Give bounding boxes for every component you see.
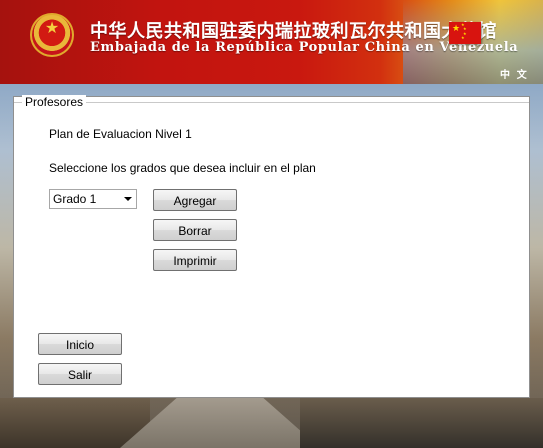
salir-button[interactable]: Salir — [38, 363, 122, 385]
national-emblem-icon: ★ — [30, 13, 74, 57]
inicio-button[interactable]: Inicio — [38, 333, 122, 355]
groupbox-title: Profesores — [22, 95, 87, 109]
chevron-down-icon[interactable] — [124, 197, 132, 201]
great-wall-left — [0, 398, 150, 448]
header-banner: ★ 中华人民共和国驻委内瑞拉玻利瓦尔共和国大使馆 Embajada de la … — [0, 0, 543, 84]
groupbox-border — [14, 102, 529, 103]
agregar-button[interactable]: Agregar — [153, 189, 237, 211]
china-flag-icon: ★ ★ ★ ★ ★ — [449, 22, 481, 44]
plan-title: Plan de Evaluacion Nivel 1 — [49, 127, 192, 141]
profesores-panel: Profesores Plan de Evaluacion Nivel 1 Se… — [13, 95, 530, 398]
grade-select[interactable]: Grado 1 — [49, 189, 137, 209]
grade-select-value: Grado 1 — [53, 192, 97, 206]
emblem-star-icon: ★ — [44, 20, 60, 37]
chinese-language-link[interactable]: 中 文 — [500, 66, 529, 81]
great-wall-right — [300, 398, 543, 448]
imprimir-button[interactable]: Imprimir — [153, 249, 237, 271]
instruction-text: Seleccione los grados que desea incluir … — [49, 161, 316, 175]
borrar-button[interactable]: Borrar — [153, 219, 237, 241]
